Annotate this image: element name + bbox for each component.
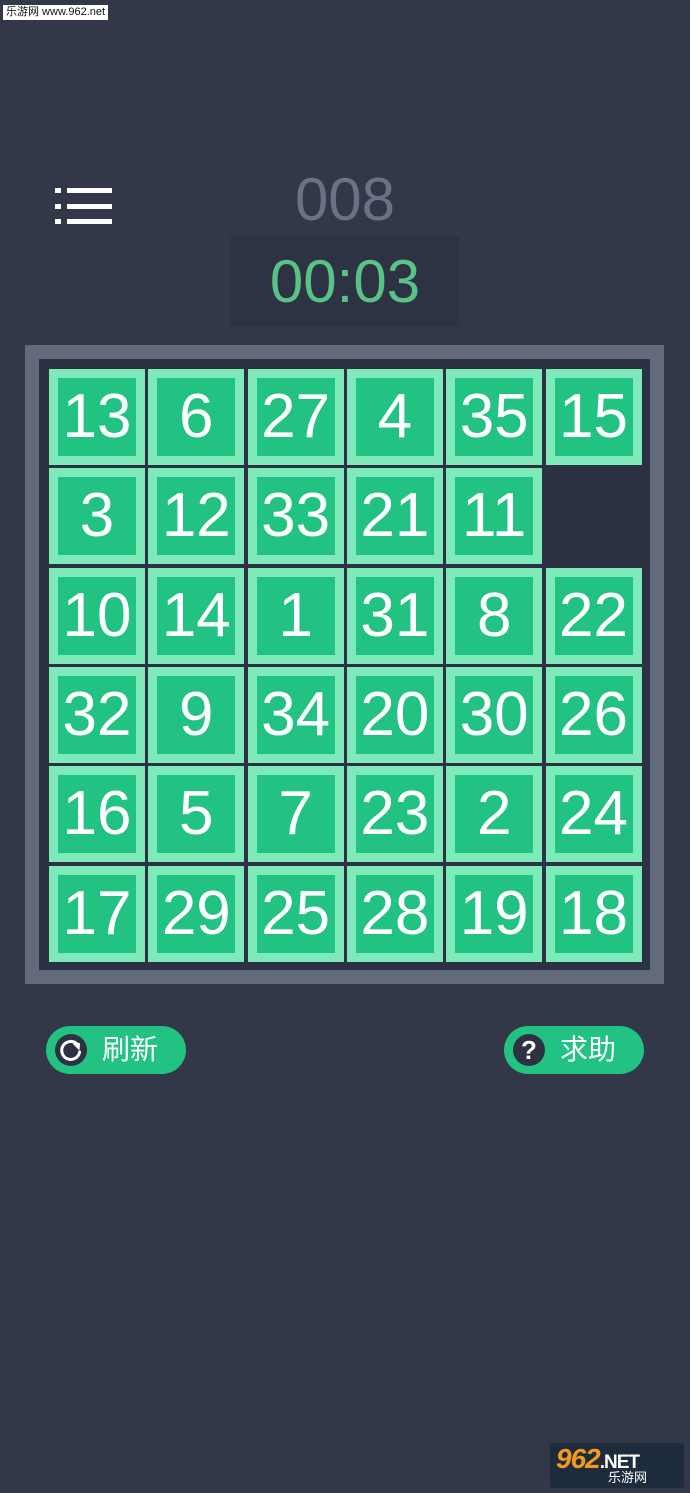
- puzzle-tile[interactable]: 6: [148, 369, 245, 465]
- puzzle-tile[interactable]: 7: [247, 766, 344, 863]
- level-number: 008: [294, 166, 396, 233]
- puzzle-board: 13 6 27 4 35 15 3 12 33 21 11 10 14 1 31 8 22 32 9 34 20 30 26…: [25, 345, 664, 984]
- timer-display: 00:03: [269, 248, 421, 315]
- puzzle-tile[interactable]: 24: [545, 766, 642, 863]
- puzzle-tile[interactable]: 1: [247, 567, 344, 664]
- puzzle-tile[interactable]: 29: [148, 865, 245, 962]
- puzzle-tile[interactable]: 12: [148, 468, 245, 565]
- logo-number: 962: [556, 1443, 601, 1474]
- puzzle-tile[interactable]: 32: [49, 666, 145, 763]
- puzzle-tile[interactable]: 2: [446, 766, 543, 863]
- watermark-logo: 962.NET 乐游网: [550, 1443, 684, 1488]
- puzzle-tile[interactable]: 35: [446, 369, 543, 465]
- puzzle-tile[interactable]: 16: [49, 766, 145, 863]
- puzzle-tile[interactable]: 31: [346, 567, 443, 664]
- puzzle-tile[interactable]: 26: [545, 666, 642, 763]
- puzzle-tile[interactable]: 11: [446, 468, 543, 565]
- logo-domain: .NET: [599, 1452, 640, 1473]
- puzzle-tile[interactable]: 9: [148, 666, 245, 763]
- puzzle-tile[interactable]: 23: [346, 766, 443, 863]
- puzzle-tile[interactable]: 28: [346, 865, 443, 962]
- puzzle-tile[interactable]: 17: [49, 865, 145, 962]
- puzzle-tile[interactable]: 5: [148, 766, 245, 863]
- puzzle-tile[interactable]: 13: [49, 369, 145, 465]
- question-mark: ?: [521, 1035, 537, 1065]
- puzzle-tile[interactable]: 10: [49, 567, 145, 664]
- refresh-icon: [55, 1034, 87, 1066]
- puzzle-tile[interactable]: 14: [148, 567, 245, 664]
- puzzle-tile[interactable]: 8: [446, 567, 543, 664]
- puzzle-tile[interactable]: 33: [247, 468, 344, 565]
- refresh-button[interactable]: 刷新: [46, 1026, 186, 1074]
- help-label: 求助: [560, 1033, 617, 1066]
- help-button[interactable]: ? 求助: [504, 1026, 644, 1074]
- question-icon: ?: [513, 1034, 545, 1066]
- puzzle-tile[interactable]: 18: [545, 865, 642, 962]
- puzzle-tile[interactable]: 27: [247, 369, 344, 465]
- puzzle-tile[interactable]: 4: [346, 369, 443, 465]
- logo-subtitle: 乐游网: [608, 1471, 648, 1486]
- puzzle-tile[interactable]: 25: [247, 865, 344, 962]
- puzzle-tile[interactable]: 15: [545, 369, 642, 465]
- puzzle-tile[interactable]: 34: [247, 666, 344, 763]
- watermark-banner: 乐游网 www.962.net: [3, 5, 109, 20]
- puzzle-tile[interactable]: 19: [446, 865, 543, 962]
- puzzle-tile[interactable]: 30: [446, 666, 543, 763]
- puzzle-tile[interactable]: 22: [545, 567, 642, 664]
- puzzle-tile[interactable]: 20: [346, 666, 443, 763]
- refresh-label: 刷新: [102, 1033, 159, 1066]
- puzzle-tile[interactable]: 3: [49, 468, 145, 565]
- puzzle-tile[interactable]: 21: [346, 468, 443, 565]
